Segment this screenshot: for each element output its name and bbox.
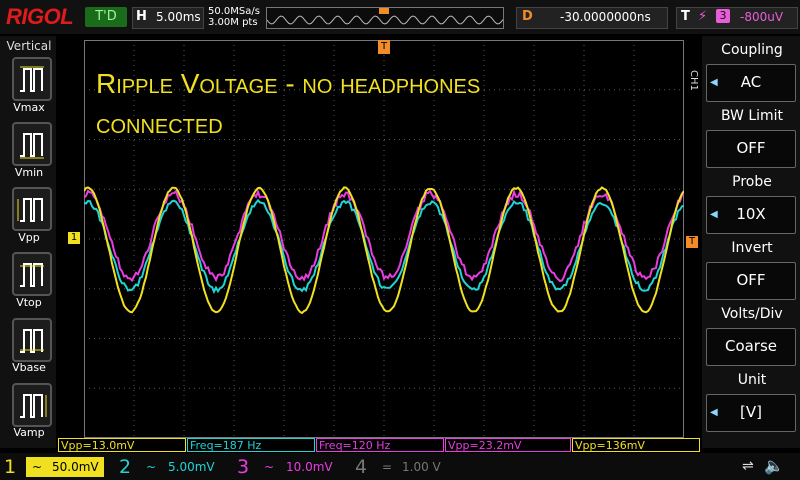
vtop-label: Vtop bbox=[0, 296, 58, 309]
trigger-level-value: -800uV bbox=[740, 10, 783, 24]
trigger-source-badge: 3 bbox=[716, 9, 730, 23]
ch2-scale: 5.00mV bbox=[168, 460, 215, 474]
bw-limit-value: OFF bbox=[706, 139, 796, 157]
memory-depth: 3.00M pts bbox=[208, 17, 260, 28]
ch1-offset-marker[interactable]: 1 bbox=[68, 232, 80, 244]
unit-value: [V] bbox=[706, 403, 796, 421]
trigger-edge-icon: ⚡ bbox=[698, 9, 707, 24]
ch4-number[interactable]: 4 bbox=[355, 455, 367, 479]
trigger-level-marker[interactable]: T bbox=[686, 236, 698, 248]
trigger-position-marker bbox=[379, 8, 389, 14]
vbase-label: Vbase bbox=[0, 361, 58, 374]
vbase-icon bbox=[14, 320, 50, 360]
ch2-number[interactable]: 2 bbox=[119, 455, 131, 479]
ch1-coupling-icon: ~ bbox=[32, 460, 42, 474]
measurement-item[interactable]: Vpp=13.0mV bbox=[58, 438, 186, 452]
vbase-button[interactable] bbox=[12, 318, 52, 362]
menu-channel-tag: CH1 bbox=[688, 70, 699, 91]
measurement-item[interactable]: Freq=120 Hz bbox=[316, 438, 444, 452]
vmin-button[interactable] bbox=[12, 122, 52, 166]
annotation-line-1: Ripple Voltage - no headphones bbox=[96, 64, 480, 104]
vtop-icon bbox=[14, 254, 50, 294]
measurement-item[interactable]: Vpp=136mV bbox=[572, 438, 700, 452]
run-state-indicator[interactable]: T'D bbox=[85, 7, 127, 27]
usb-icon: ⇌ bbox=[742, 458, 754, 474]
measure-category-title: Vertical bbox=[2, 39, 56, 53]
rigol-logo: RIGOL bbox=[6, 4, 73, 30]
volts-div-title: Volts/Div bbox=[706, 306, 798, 322]
vpp-icon bbox=[14, 189, 50, 229]
invert-value: OFF bbox=[706, 271, 796, 289]
probe-title: Probe bbox=[706, 174, 798, 190]
ch2-coupling-icon: ~ bbox=[146, 460, 156, 474]
vmax-icon bbox=[14, 59, 50, 99]
ch3-coupling-icon: ~ bbox=[264, 460, 274, 474]
screen-annotation: Ripple Voltage - no headphones connected bbox=[96, 64, 480, 144]
trigger-position-marker-main[interactable]: T bbox=[378, 40, 390, 54]
volts-div-value: Coarse bbox=[706, 337, 796, 355]
measurement-item[interactable]: Vpp=23.2mV bbox=[445, 438, 571, 452]
vamp-icon bbox=[14, 385, 50, 425]
vpp-label: Vpp bbox=[0, 231, 58, 244]
horizontal-label: H bbox=[136, 9, 147, 24]
speaker-mute-icon[interactable]: 🔈 bbox=[764, 456, 784, 475]
horizontal-scale-value: 5.00ms bbox=[156, 10, 201, 24]
measurement-item[interactable]: Freq=187 Hz bbox=[187, 438, 315, 452]
ch1-number[interactable]: 1 bbox=[4, 455, 16, 479]
memory-overview-trace bbox=[267, 8, 503, 28]
delay-value: -30.0000000ns bbox=[560, 10, 651, 24]
annotation-line-2: connected bbox=[96, 104, 480, 144]
vtop-button[interactable] bbox=[12, 252, 52, 296]
memory-overview[interactable] bbox=[266, 7, 504, 29]
invert-title: Invert bbox=[706, 240, 798, 256]
vmin-icon bbox=[14, 124, 50, 164]
unit-title: Unit bbox=[706, 372, 798, 388]
acquisition-info: 50.0MSa/s 3.00M pts bbox=[208, 6, 260, 28]
trigger-label: T bbox=[681, 9, 690, 24]
ch3-number[interactable]: 3 bbox=[237, 455, 249, 479]
vmax-button[interactable] bbox=[12, 57, 52, 101]
vamp-label: Vamp bbox=[0, 426, 58, 439]
ch3-scale: 10.0mV bbox=[286, 460, 333, 474]
ch4-coupling-icon: = bbox=[382, 460, 392, 474]
sample-rate: 50.0MSa/s bbox=[208, 6, 260, 17]
ch4-scale: 1.00 V bbox=[402, 460, 441, 474]
probe-value: 10X bbox=[706, 205, 796, 223]
vamp-button[interactable] bbox=[12, 383, 52, 427]
vpp-button[interactable] bbox=[12, 187, 52, 231]
ch1-scale: 50.0mV bbox=[52, 460, 99, 474]
coupling-title: Coupling bbox=[706, 42, 798, 58]
delay-label: D bbox=[522, 9, 533, 24]
bw-limit-title: BW Limit bbox=[706, 108, 798, 124]
vmin-label: Vmin bbox=[0, 166, 58, 179]
vmax-label: Vmax bbox=[0, 101, 58, 114]
coupling-value: AC bbox=[706, 73, 796, 91]
